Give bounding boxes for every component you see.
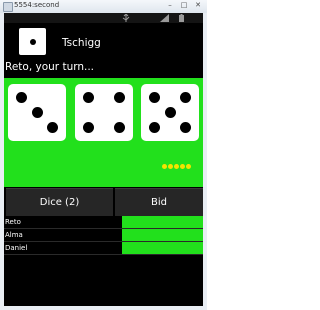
progress-dot xyxy=(174,164,179,169)
emulator-app-icon xyxy=(3,2,13,12)
app-logo-die-icon xyxy=(19,28,46,55)
maximize-button[interactable]: □ xyxy=(179,1,189,10)
app-title: Tschigg xyxy=(62,37,101,49)
progress-dot xyxy=(186,164,191,169)
die-2[interactable] xyxy=(75,84,133,141)
player-status-bar xyxy=(122,242,203,254)
player-name: Daniel xyxy=(5,244,28,252)
progress-dot xyxy=(168,164,173,169)
player-status-bar xyxy=(122,216,203,228)
player-status-bar xyxy=(122,229,203,241)
die-3[interactable] xyxy=(141,84,199,141)
emulator-window: 5554:second – □ ✕ Tschigg Reto, your tur… xyxy=(0,0,207,310)
usb-icon xyxy=(122,13,130,22)
phone-screen: Tschigg Reto, your turn... Dice (2) Bid … xyxy=(4,13,203,306)
action-buttons: Dice (2) Bid xyxy=(4,188,203,216)
dice-panel xyxy=(4,78,203,187)
die-1[interactable] xyxy=(8,84,66,141)
player-name: Reto xyxy=(5,218,21,226)
window-title: 5554:second xyxy=(14,1,60,9)
minimize-button[interactable]: – xyxy=(165,1,175,10)
player-list: Reto Alma Daniel xyxy=(4,216,203,255)
android-status-bar xyxy=(4,13,203,23)
player-name: Alma xyxy=(5,231,23,239)
progress-dot xyxy=(180,164,185,169)
bid-button[interactable]: Bid xyxy=(115,188,203,216)
player-row: Reto xyxy=(4,216,203,229)
close-button[interactable]: ✕ xyxy=(193,1,203,10)
progress-dot xyxy=(162,164,167,169)
signal-icon xyxy=(160,14,169,22)
battery-icon xyxy=(179,14,184,22)
progress-dots xyxy=(162,164,191,169)
app-header: Tschigg xyxy=(4,23,203,61)
dice-button[interactable]: Dice (2) xyxy=(6,188,113,216)
player-row: Alma xyxy=(4,229,203,242)
player-row: Daniel xyxy=(4,242,203,255)
window-titlebar[interactable]: 5554:second – □ ✕ xyxy=(0,0,207,13)
turn-message: Reto, your turn... xyxy=(5,61,95,73)
